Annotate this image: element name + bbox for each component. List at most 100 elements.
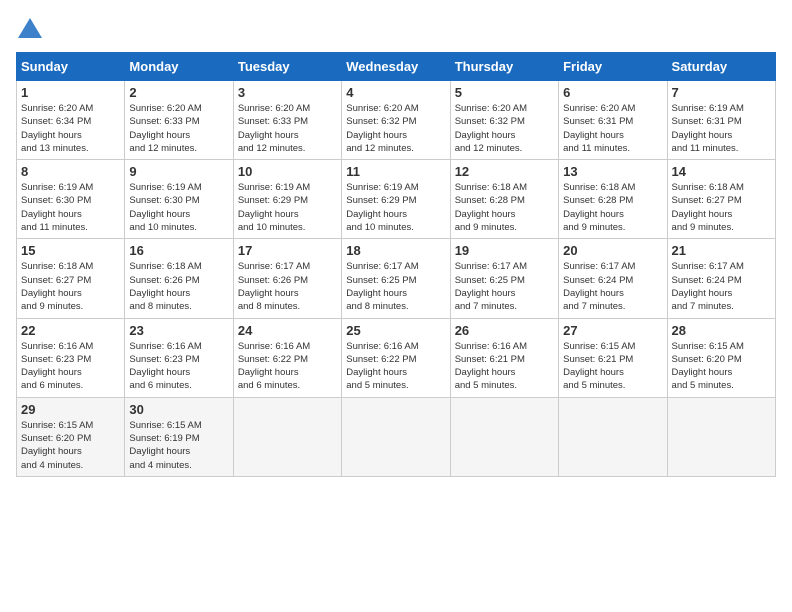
- day-info: Sunrise: 6:20 AM Sunset: 6:34 PM Dayligh…: [21, 102, 120, 155]
- day-number: 22: [21, 323, 120, 338]
- calendar-table: SundayMondayTuesdayWednesdayThursdayFrid…: [16, 52, 776, 477]
- calendar-cell: 13 Sunrise: 6:18 AM Sunset: 6:28 PM Dayl…: [559, 160, 667, 239]
- day-info: Sunrise: 6:20 AM Sunset: 6:32 PM Dayligh…: [346, 102, 445, 155]
- day-number: 19: [455, 243, 554, 258]
- day-number: 8: [21, 164, 120, 179]
- day-number: 21: [672, 243, 771, 258]
- day-number: 23: [129, 323, 228, 338]
- calendar-cell: 17 Sunrise: 6:17 AM Sunset: 6:26 PM Dayl…: [233, 239, 341, 318]
- calendar-cell: [559, 397, 667, 476]
- day-number: 3: [238, 85, 337, 100]
- calendar-cell: 14 Sunrise: 6:18 AM Sunset: 6:27 PM Dayl…: [667, 160, 775, 239]
- calendar-cell: [342, 397, 450, 476]
- calendar-week-row: 22 Sunrise: 6:16 AM Sunset: 6:23 PM Dayl…: [17, 318, 776, 397]
- day-number: 27: [563, 323, 662, 338]
- calendar-cell: 1 Sunrise: 6:20 AM Sunset: 6:34 PM Dayli…: [17, 81, 125, 160]
- day-info: Sunrise: 6:15 AM Sunset: 6:20 PM Dayligh…: [672, 340, 771, 393]
- calendar-header-friday: Friday: [559, 53, 667, 81]
- calendar-cell: 24 Sunrise: 6:16 AM Sunset: 6:22 PM Dayl…: [233, 318, 341, 397]
- day-number: 4: [346, 85, 445, 100]
- calendar-header-thursday: Thursday: [450, 53, 558, 81]
- day-number: 11: [346, 164, 445, 179]
- calendar-header-row: SundayMondayTuesdayWednesdayThursdayFrid…: [17, 53, 776, 81]
- day-info: Sunrise: 6:16 AM Sunset: 6:21 PM Dayligh…: [455, 340, 554, 393]
- day-info: Sunrise: 6:17 AM Sunset: 6:26 PM Dayligh…: [238, 260, 337, 313]
- day-number: 15: [21, 243, 120, 258]
- day-info: Sunrise: 6:16 AM Sunset: 6:23 PM Dayligh…: [129, 340, 228, 393]
- calendar-cell: 15 Sunrise: 6:18 AM Sunset: 6:27 PM Dayl…: [17, 239, 125, 318]
- calendar-cell: 28 Sunrise: 6:15 AM Sunset: 6:20 PM Dayl…: [667, 318, 775, 397]
- day-number: 5: [455, 85, 554, 100]
- day-number: 26: [455, 323, 554, 338]
- day-info: Sunrise: 6:17 AM Sunset: 6:24 PM Dayligh…: [672, 260, 771, 313]
- calendar-cell: 9 Sunrise: 6:19 AM Sunset: 6:30 PM Dayli…: [125, 160, 233, 239]
- day-info: Sunrise: 6:20 AM Sunset: 6:32 PM Dayligh…: [455, 102, 554, 155]
- calendar-cell: 26 Sunrise: 6:16 AM Sunset: 6:21 PM Dayl…: [450, 318, 558, 397]
- calendar-week-row: 8 Sunrise: 6:19 AM Sunset: 6:30 PM Dayli…: [17, 160, 776, 239]
- day-info: Sunrise: 6:15 AM Sunset: 6:21 PM Dayligh…: [563, 340, 662, 393]
- calendar-cell: 18 Sunrise: 6:17 AM Sunset: 6:25 PM Dayl…: [342, 239, 450, 318]
- header: [16, 16, 776, 44]
- calendar-cell: [233, 397, 341, 476]
- calendar-cell: [450, 397, 558, 476]
- day-number: 9: [129, 164, 228, 179]
- calendar-week-row: 29 Sunrise: 6:15 AM Sunset: 6:20 PM Dayl…: [17, 397, 776, 476]
- calendar-cell: 20 Sunrise: 6:17 AM Sunset: 6:24 PM Dayl…: [559, 239, 667, 318]
- calendar-cell: 22 Sunrise: 6:16 AM Sunset: 6:23 PM Dayl…: [17, 318, 125, 397]
- day-info: Sunrise: 6:18 AM Sunset: 6:28 PM Dayligh…: [455, 181, 554, 234]
- calendar-cell: 7 Sunrise: 6:19 AM Sunset: 6:31 PM Dayli…: [667, 81, 775, 160]
- day-info: Sunrise: 6:18 AM Sunset: 6:27 PM Dayligh…: [21, 260, 120, 313]
- calendar-cell: 27 Sunrise: 6:15 AM Sunset: 6:21 PM Dayl…: [559, 318, 667, 397]
- day-info: Sunrise: 6:19 AM Sunset: 6:29 PM Dayligh…: [238, 181, 337, 234]
- day-info: Sunrise: 6:19 AM Sunset: 6:30 PM Dayligh…: [129, 181, 228, 234]
- calendar-header-monday: Monday: [125, 53, 233, 81]
- day-info: Sunrise: 6:17 AM Sunset: 6:25 PM Dayligh…: [455, 260, 554, 313]
- calendar-cell: [667, 397, 775, 476]
- day-number: 2: [129, 85, 228, 100]
- calendar-header-saturday: Saturday: [667, 53, 775, 81]
- logo-icon: [16, 16, 44, 44]
- calendar-cell: 4 Sunrise: 6:20 AM Sunset: 6:32 PM Dayli…: [342, 81, 450, 160]
- day-number: 25: [346, 323, 445, 338]
- day-number: 1: [21, 85, 120, 100]
- day-info: Sunrise: 6:18 AM Sunset: 6:27 PM Dayligh…: [672, 181, 771, 234]
- day-number: 29: [21, 402, 120, 417]
- day-number: 24: [238, 323, 337, 338]
- day-info: Sunrise: 6:15 AM Sunset: 6:19 PM Dayligh…: [129, 419, 228, 472]
- calendar-cell: 12 Sunrise: 6:18 AM Sunset: 6:28 PM Dayl…: [450, 160, 558, 239]
- day-number: 18: [346, 243, 445, 258]
- day-info: Sunrise: 6:16 AM Sunset: 6:22 PM Dayligh…: [238, 340, 337, 393]
- day-info: Sunrise: 6:16 AM Sunset: 6:22 PM Dayligh…: [346, 340, 445, 393]
- calendar-cell: 16 Sunrise: 6:18 AM Sunset: 6:26 PM Dayl…: [125, 239, 233, 318]
- day-info: Sunrise: 6:19 AM Sunset: 6:30 PM Dayligh…: [21, 181, 120, 234]
- calendar-week-row: 15 Sunrise: 6:18 AM Sunset: 6:27 PM Dayl…: [17, 239, 776, 318]
- calendar-cell: 23 Sunrise: 6:16 AM Sunset: 6:23 PM Dayl…: [125, 318, 233, 397]
- calendar-cell: 29 Sunrise: 6:15 AM Sunset: 6:20 PM Dayl…: [17, 397, 125, 476]
- day-info: Sunrise: 6:18 AM Sunset: 6:28 PM Dayligh…: [563, 181, 662, 234]
- day-number: 17: [238, 243, 337, 258]
- day-number: 13: [563, 164, 662, 179]
- calendar-week-row: 1 Sunrise: 6:20 AM Sunset: 6:34 PM Dayli…: [17, 81, 776, 160]
- calendar-cell: 10 Sunrise: 6:19 AM Sunset: 6:29 PM Dayl…: [233, 160, 341, 239]
- day-number: 10: [238, 164, 337, 179]
- day-info: Sunrise: 6:17 AM Sunset: 6:25 PM Dayligh…: [346, 260, 445, 313]
- day-info: Sunrise: 6:15 AM Sunset: 6:20 PM Dayligh…: [21, 419, 120, 472]
- day-number: 16: [129, 243, 228, 258]
- calendar-header-wednesday: Wednesday: [342, 53, 450, 81]
- calendar-cell: 11 Sunrise: 6:19 AM Sunset: 6:29 PM Dayl…: [342, 160, 450, 239]
- day-number: 14: [672, 164, 771, 179]
- calendar-cell: 6 Sunrise: 6:20 AM Sunset: 6:31 PM Dayli…: [559, 81, 667, 160]
- calendar-cell: 30 Sunrise: 6:15 AM Sunset: 6:19 PM Dayl…: [125, 397, 233, 476]
- calendar-cell: 5 Sunrise: 6:20 AM Sunset: 6:32 PM Dayli…: [450, 81, 558, 160]
- day-info: Sunrise: 6:20 AM Sunset: 6:33 PM Dayligh…: [238, 102, 337, 155]
- day-number: 12: [455, 164, 554, 179]
- day-info: Sunrise: 6:19 AM Sunset: 6:31 PM Dayligh…: [672, 102, 771, 155]
- calendar-header-sunday: Sunday: [17, 53, 125, 81]
- day-number: 20: [563, 243, 662, 258]
- day-info: Sunrise: 6:17 AM Sunset: 6:24 PM Dayligh…: [563, 260, 662, 313]
- calendar-cell: 8 Sunrise: 6:19 AM Sunset: 6:30 PM Dayli…: [17, 160, 125, 239]
- calendar-cell: 21 Sunrise: 6:17 AM Sunset: 6:24 PM Dayl…: [667, 239, 775, 318]
- calendar-body: 1 Sunrise: 6:20 AM Sunset: 6:34 PM Dayli…: [17, 81, 776, 477]
- day-info: Sunrise: 6:20 AM Sunset: 6:31 PM Dayligh…: [563, 102, 662, 155]
- calendar-cell: 2 Sunrise: 6:20 AM Sunset: 6:33 PM Dayli…: [125, 81, 233, 160]
